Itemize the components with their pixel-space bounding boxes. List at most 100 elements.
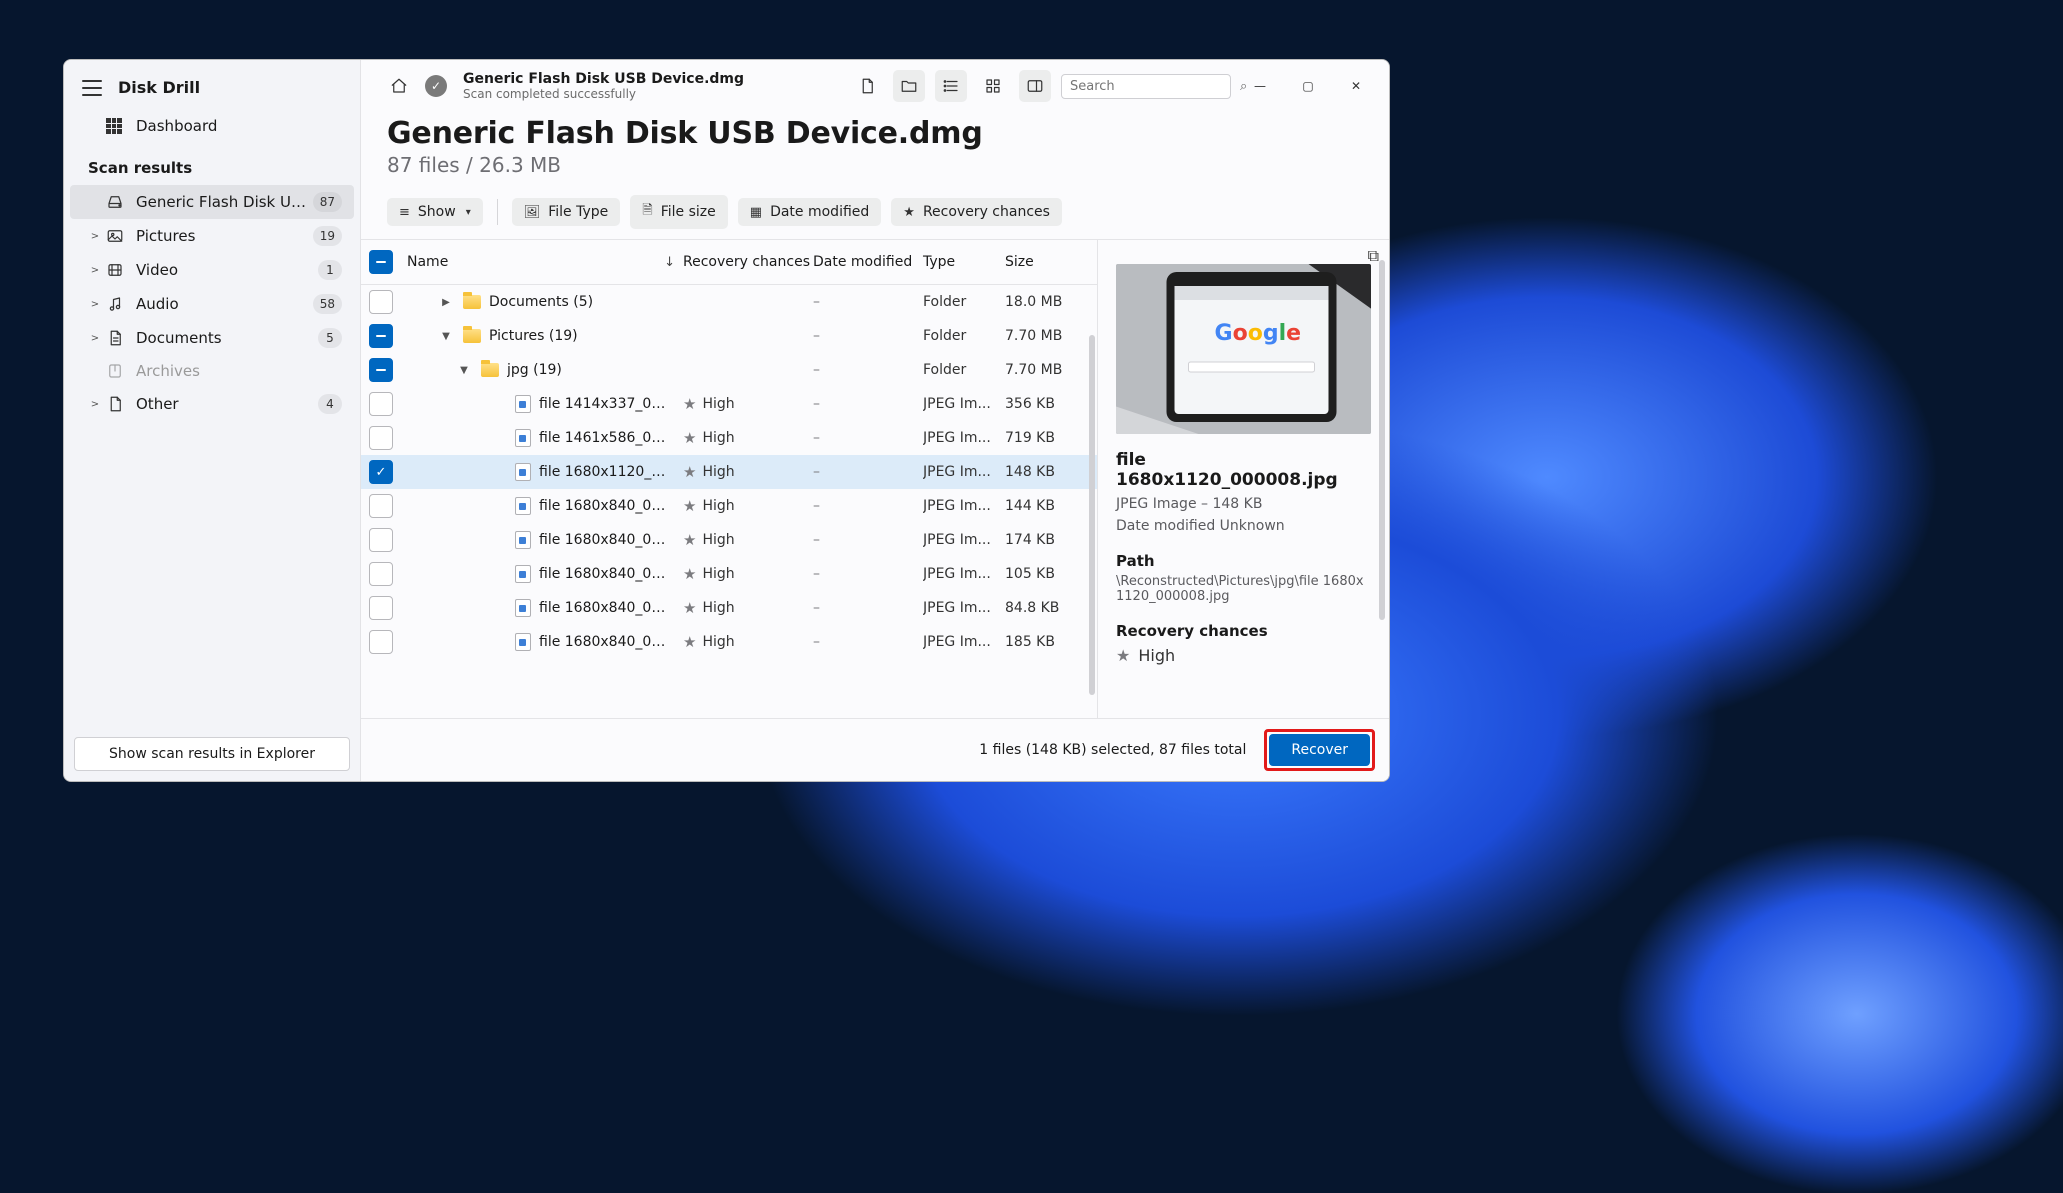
table-row[interactable]: file 1414x337_000...★High–JPEG Im...356 …	[361, 387, 1097, 421]
date-cell: –	[813, 532, 923, 548]
sidebar-item-video[interactable]: >Video1	[70, 253, 354, 287]
folder-icon[interactable]	[893, 70, 925, 102]
sidebar-item-audio[interactable]: >Audio58	[70, 287, 354, 321]
header-checkbox[interactable]	[369, 250, 393, 274]
search-input[interactable]	[1070, 79, 1240, 94]
close-button[interactable]: ✕	[1337, 71, 1375, 101]
row-checkbox[interactable]	[369, 358, 393, 382]
expand-caret-icon[interactable]: ▼	[437, 331, 455, 342]
star-icon: ★	[683, 395, 696, 413]
row-checkbox[interactable]	[369, 290, 393, 314]
folder-icon	[463, 295, 481, 309]
col-type[interactable]: Type	[923, 254, 1005, 270]
recovery-cell: ★High	[683, 633, 813, 651]
list-view-icon[interactable]	[935, 70, 967, 102]
type-cell: Folder	[923, 362, 1005, 378]
image-icon: 🖼	[524, 205, 541, 220]
table-row[interactable]: file 1680x840_000...★High–JPEG Im...144 …	[361, 489, 1097, 523]
date-cell: –	[813, 464, 923, 480]
row-checkbox[interactable]	[369, 392, 393, 416]
datemodified-chip[interactable]: ▦Date modified	[738, 198, 882, 226]
scan-complete-badge: ✓	[425, 75, 447, 97]
count-badge: 58	[313, 294, 342, 314]
sidebar-dashboard[interactable]: Dashboard	[64, 107, 360, 145]
filesize-chip[interactable]: 🗎File size	[630, 195, 727, 229]
type-cell: JPEG Im...	[923, 498, 1005, 514]
chevron-right-icon: >	[88, 333, 102, 344]
preview-scrollbar[interactable]	[1379, 260, 1385, 620]
size-cell: 719 KB	[1005, 430, 1085, 446]
size-cell: 7.70 MB	[1005, 362, 1085, 378]
count-badge: 19	[313, 226, 342, 246]
row-checkbox[interactable]	[369, 528, 393, 552]
recovery-cell: ★High	[683, 565, 813, 583]
maximize-button[interactable]: ▢	[1289, 71, 1327, 101]
doc-icon	[106, 329, 124, 347]
row-checkbox[interactable]	[369, 562, 393, 586]
sidebar-item-pictures[interactable]: >Pictures19	[70, 219, 354, 253]
row-checkbox[interactable]	[369, 426, 393, 450]
sidebar-item-generic-flash-disk-usb-d-[interactable]: Generic Flash Disk USB D...87	[70, 185, 354, 219]
col-recovery[interactable]: Recovery chances	[683, 254, 813, 270]
table-row[interactable]: file 1680x840_000...★High–JPEG Im...185 …	[361, 625, 1097, 659]
sidebar-item-label: Generic Flash Disk USB D...	[136, 193, 313, 211]
col-name[interactable]: Name	[407, 254, 448, 270]
table-row[interactable]: file 1680x840_000...★High–JPEG Im...105 …	[361, 557, 1097, 591]
expand-caret-icon[interactable]: ▼	[455, 365, 473, 376]
table-row[interactable]: file 1680x840_000...★High–JPEG Im...174 …	[361, 523, 1097, 557]
size-cell: 174 KB	[1005, 532, 1085, 548]
drive-icon	[106, 193, 124, 211]
hamburger-icon[interactable]	[82, 80, 102, 96]
sidebar-item-other[interactable]: >Other4	[70, 387, 354, 421]
vertical-scrollbar[interactable]	[1089, 335, 1095, 695]
file-name: file 1680x1120_00...	[539, 464, 669, 480]
sidebar-item-documents[interactable]: >Documents5	[70, 321, 354, 355]
dashboard-icon	[106, 118, 122, 134]
file-icon[interactable]	[851, 70, 883, 102]
table-row[interactable]: ▼jpg (19)–Folder7.70 MB	[361, 353, 1097, 387]
minimize-button[interactable]: —	[1241, 71, 1279, 101]
preview-datemod: Date modified Unknown	[1116, 518, 1371, 534]
recoverychances-chip[interactable]: ★Recovery chances	[891, 198, 1062, 226]
table-row[interactable]: ▶Documents (5)–Folder18.0 MB	[361, 285, 1097, 319]
table-row[interactable]: file 1680x840_000...★High–JPEG Im...84.8…	[361, 591, 1097, 625]
recover-button[interactable]: Recover	[1269, 734, 1370, 766]
table-row[interactable]: file 1680x1120_00...★High–JPEG Im...148 …	[361, 455, 1097, 489]
type-cell: JPEG Im...	[923, 464, 1005, 480]
table-row[interactable]: file 1461x586_000...★High–JPEG Im...719 …	[361, 421, 1097, 455]
expand-caret-icon[interactable]: ▶	[437, 297, 455, 308]
date-cell: –	[813, 396, 923, 412]
size-cell: 7.70 MB	[1005, 328, 1085, 344]
preview-path-label: Path	[1116, 552, 1371, 570]
sidebar-item-label: Audio	[136, 295, 313, 313]
row-checkbox[interactable]	[369, 630, 393, 654]
recovery-cell: ★High	[683, 395, 813, 413]
home-icon[interactable]	[383, 70, 415, 102]
row-checkbox[interactable]	[369, 460, 393, 484]
table-row[interactable]: ▼Pictures (19)–Folder7.70 MB	[361, 319, 1097, 353]
row-checkbox[interactable]	[369, 494, 393, 518]
filetype-chip[interactable]: 🖼File Type	[512, 198, 621, 226]
sidebar-item-label: Other	[136, 395, 318, 413]
file-name: file 1414x337_000...	[539, 396, 669, 412]
panel-toggle-icon[interactable]	[1019, 70, 1051, 102]
image-icon	[106, 227, 124, 245]
open-external-icon[interactable]: ⧉	[1368, 246, 1379, 266]
row-checkbox[interactable]	[369, 596, 393, 620]
recover-highlight: Recover	[1264, 729, 1375, 771]
star-icon: ★	[683, 531, 696, 549]
recovery-cell: ★High	[683, 599, 813, 617]
col-date[interactable]: Date modified	[813, 254, 923, 270]
search-box[interactable]: ⌕	[1061, 74, 1231, 99]
file-name: file 1680x840_000...	[539, 634, 669, 650]
count-badge: 5	[318, 328, 342, 348]
size-cell: 356 KB	[1005, 396, 1085, 412]
show-chip[interactable]: ≡Show▾	[387, 198, 483, 226]
col-size[interactable]: Size	[1005, 254, 1085, 270]
show-in-explorer-button[interactable]: Show scan results in Explorer	[74, 737, 350, 771]
sort-arrow-icon[interactable]: ↓	[664, 255, 675, 270]
row-checkbox[interactable]	[369, 324, 393, 348]
grid-view-icon[interactable]	[977, 70, 1009, 102]
sidebar-item-archives[interactable]: Archives	[70, 355, 354, 387]
page-title: Generic Flash Disk USB Device.dmg	[387, 116, 1363, 151]
